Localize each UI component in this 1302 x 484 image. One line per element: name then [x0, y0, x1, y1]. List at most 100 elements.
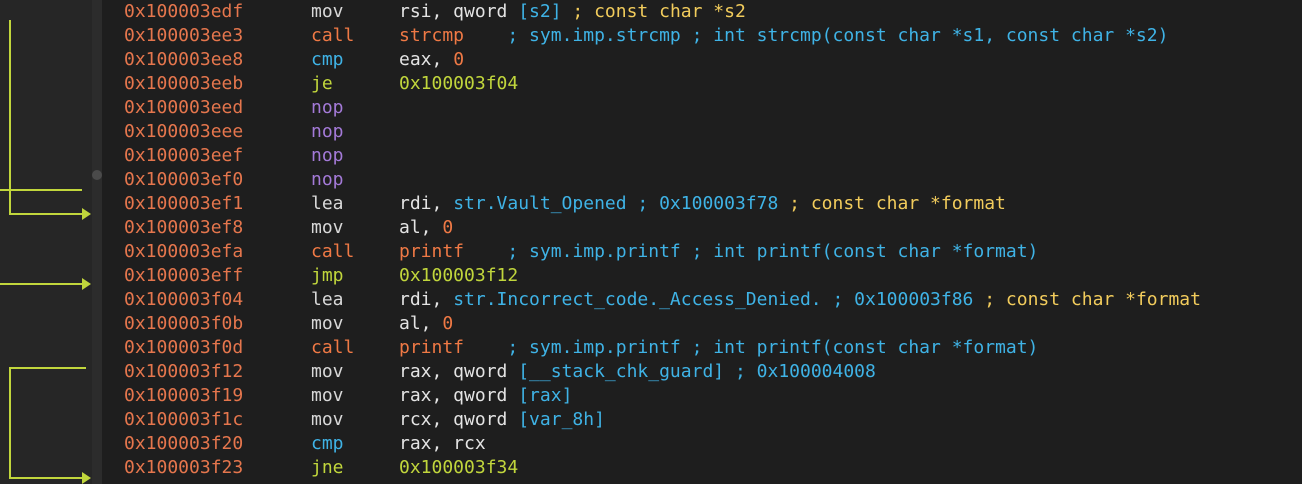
instruction-row[interactable]: 0x100003ef8 mov al, 0 [102, 216, 1302, 240]
instruction-address[interactable]: 0x100003eff [124, 264, 243, 288]
operand-token[interactable]: printf [399, 337, 464, 358]
operand-token: rax, qword [399, 385, 519, 406]
instruction-row[interactable]: 0x100003f23 jne 0x100003f34 [102, 456, 1302, 480]
instruction-row[interactable]: 0x100003ee8 cmp eax, 0 [102, 48, 1302, 72]
instruction-row[interactable]: 0x100003eeb je 0x100003f04 [102, 72, 1302, 96]
operand-token[interactable]: 0x100003f78 [659, 193, 778, 214]
scrollbar-track[interactable] [92, 0, 102, 484]
operand-token: rax, rcx [399, 433, 486, 454]
instruction-row[interactable]: 0x100003efa call printf ; sym.imp.printf ;… [102, 240, 1302, 264]
operand-token: ; [626, 193, 660, 214]
instruction-operands: rdi, str.Vault_Opened ; 0x100003f78 ; co… [399, 192, 1006, 216]
instruction-address[interactable]: 0x100003f20 [124, 432, 243, 456]
instruction-mnemonic: nop [311, 169, 344, 190]
operand-token[interactable]: strcmp [399, 25, 464, 46]
instruction-mnemonic: call [311, 25, 355, 46]
disassembly-listing[interactable]: 0x100003edf mov rsi, qword [s2] ; const ch… [102, 0, 1302, 484]
instruction-operands: al, 0 [399, 216, 453, 240]
instruction-mnemonic: call [311, 337, 355, 358]
operand-token[interactable]: 0x100003f04 [399, 73, 518, 94]
instruction-address[interactable]: 0x100003eee [124, 120, 243, 144]
operand-token[interactable]: 0x100004008 [757, 361, 876, 382]
scrollbar-thumb[interactable] [92, 170, 102, 180]
instruction-address[interactable]: 0x100003f0d [124, 336, 243, 360]
instruction-mnemonic: cmp [311, 433, 344, 454]
instruction-row[interactable]: 0x100003eed nop [102, 96, 1302, 120]
instruction-mnemonic: call [311, 241, 355, 262]
instruction-address[interactable]: 0x100003eef [124, 144, 243, 168]
operand-token[interactable]: printf [399, 241, 464, 262]
instruction-address[interactable]: 0x100003f19 [124, 384, 243, 408]
operand-token: [rax] [518, 385, 573, 406]
operand-token[interactable]: 0x100003f34 [399, 457, 518, 478]
instruction-address[interactable]: 0x100003eeb [124, 72, 243, 96]
operand-token: ; [724, 361, 757, 382]
instruction-mnemonic: cmp [311, 49, 344, 70]
instruction-row[interactable]: 0x100003f0d call printf ; sym.imp.printf ;… [102, 336, 1302, 360]
operand-token: 0 [442, 313, 454, 334]
operand-token: rsi, qword [399, 1, 519, 22]
instruction-address[interactable]: 0x100003ef1 [124, 192, 243, 216]
operand-token: ; [821, 289, 855, 310]
instruction-row[interactable]: 0x100003eef nop [102, 144, 1302, 168]
operand-token: rcx, qword [399, 409, 519, 430]
instruction-row[interactable]: 0x100003eee nop [102, 120, 1302, 144]
instruction-operands: rax, qword [rax] [399, 384, 572, 408]
instruction-row[interactable]: 0x100003f19 mov rax, qword [rax] [102, 384, 1302, 408]
jump-arrow-line [9, 20, 82, 215]
instruction-operands: 0x100003f34 [399, 456, 518, 480]
instruction-address[interactable]: 0x100003eed [124, 96, 243, 120]
operand-token[interactable]: 0x100003f86 [854, 289, 973, 310]
instruction-row[interactable]: 0x100003f20 cmp rax, rcx [102, 432, 1302, 456]
instruction-row[interactable]: 0x100003edf mov rsi, qword [s2] ; const ch… [102, 0, 1302, 24]
instruction-row[interactable]: 0x100003f1c mov rcx, qword [var_8h] [102, 408, 1302, 432]
operand-token: al, [399, 217, 443, 238]
operand-token: eax, [399, 49, 454, 70]
instruction-address[interactable]: 0x100003edf [124, 0, 243, 24]
operand-token: [s2] [518, 1, 562, 22]
instruction-operands: rsi, qword [s2] ; const char *s2 [399, 0, 746, 24]
instruction-address[interactable]: 0x100003f0b [124, 312, 243, 336]
instruction-operands: al, 0 [399, 312, 453, 336]
instruction-mnemonic: je [311, 73, 333, 94]
instruction-mnemonic: jne [311, 457, 344, 478]
operand-token: ; sym.imp.strcmp ; int strcmp(const char… [464, 25, 1169, 46]
arrow-right-icon [82, 472, 91, 484]
arrow-right-icon [82, 278, 91, 290]
instruction-address[interactable]: 0x100003efa [124, 240, 243, 264]
operand-token: rdi, [399, 193, 454, 214]
instruction-mnemonic: lea [311, 193, 344, 214]
instruction-row[interactable]: 0x100003eff jmp 0x100003f12 [102, 264, 1302, 288]
instruction-mnemonic: jmp [311, 265, 344, 286]
instruction-address[interactable]: 0x100003f23 [124, 456, 243, 480]
instruction-mnemonic: lea [311, 289, 344, 310]
instruction-operands: printf ; sym.imp.printf ; int printf(con… [399, 336, 1038, 360]
instruction-operands: eax, 0 [399, 48, 464, 72]
instruction-row[interactable]: 0x100003ef0 nop [102, 168, 1302, 192]
instruction-row[interactable]: 0x100003ee3 call strcmp ; sym.imp.strcmp ;… [102, 24, 1302, 48]
instruction-operands: rax, rcx [399, 432, 486, 456]
instruction-mnemonic: nop [311, 145, 344, 166]
instruction-address[interactable]: 0x100003ee8 [124, 48, 243, 72]
instruction-row[interactable]: 0x100003f04 lea rdi, str.Incorrect_code._A… [102, 288, 1302, 312]
operand-token: ; sym.imp.printf ; int printf(const char… [464, 337, 1039, 358]
instruction-row[interactable]: 0x100003ef1 lea rdi, str.Vault_Opened ; 0x… [102, 192, 1302, 216]
operand-token: [__stack_chk_guard] [518, 361, 725, 382]
instruction-address[interactable]: 0x100003f04 [124, 288, 243, 312]
instruction-address[interactable]: 0x100003ef0 [124, 168, 243, 192]
instruction-operands: printf ; sym.imp.printf ; int printf(con… [399, 240, 1038, 264]
operand-token[interactable]: str.Vault_Opened [453, 193, 626, 214]
instruction-row[interactable]: 0x100003f0b mov al, 0 [102, 312, 1302, 336]
operand-token[interactable]: 0x100003f12 [399, 265, 518, 286]
instruction-mnemonic: mov [311, 409, 344, 430]
instruction-address[interactable]: 0x100003ee3 [124, 24, 243, 48]
arrow-right-icon [82, 208, 91, 220]
instruction-address[interactable]: 0x100003f1c [124, 408, 243, 432]
operand-token: 0 [442, 217, 454, 238]
instruction-address[interactable]: 0x100003ef8 [124, 216, 243, 240]
instruction-row[interactable]: 0x100003f12 mov rax, qword [__stack_chk_gu… [102, 360, 1302, 384]
operand-token[interactable]: str.Incorrect_code._Access_Denied. [453, 289, 821, 310]
instruction-address[interactable]: 0x100003f12 [124, 360, 243, 384]
instruction-operands: strcmp ; sym.imp.strcmp ; int strcmp(con… [399, 24, 1168, 48]
operand-token: rdi, [399, 289, 454, 310]
